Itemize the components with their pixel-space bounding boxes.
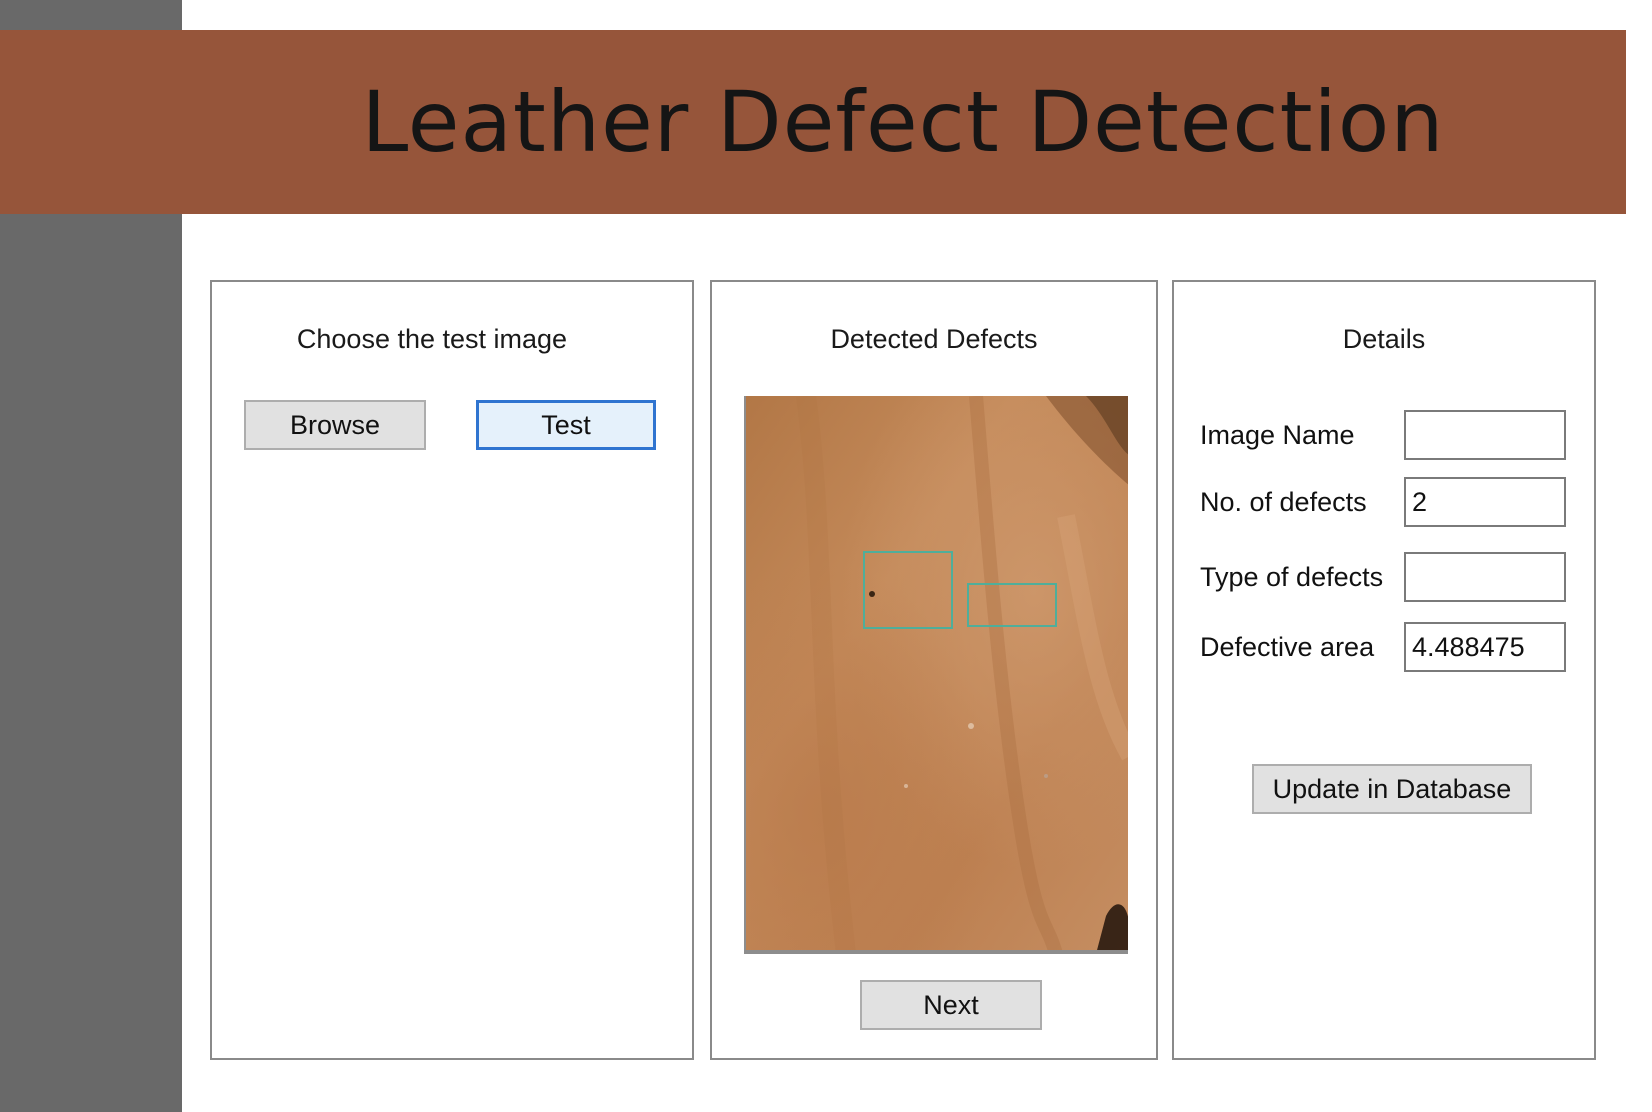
defect-count-label: No. of defects — [1200, 487, 1367, 517]
choose-image-panel: Choose the test image Browse Test — [210, 280, 694, 1060]
image-name-label: Image Name — [1200, 420, 1355, 450]
defective-area-label: Defective area — [1200, 632, 1375, 662]
defect-count-field[interactable] — [1404, 477, 1566, 527]
browse-button[interactable]: Browse — [244, 400, 426, 450]
defective-area-field[interactable] — [1404, 622, 1566, 672]
page-title: Leather Defect Detection — [361, 73, 1445, 171]
image-name-field[interactable] — [1404, 410, 1566, 460]
detected-defects-image — [744, 396, 1128, 954]
header-banner: Leather Defect Detection — [0, 30, 1626, 214]
details-panel: Details Image Name No. of defects Type o… — [1172, 280, 1596, 1060]
detected-defects-panel: Detected Defects Next — [710, 280, 1158, 1060]
test-button[interactable]: Test — [476, 400, 656, 450]
detected-defects-title: Detected Defects — [830, 324, 1038, 354]
update-database-button[interactable]: Update in Database — [1252, 764, 1532, 814]
choose-image-title: Choose the test image — [296, 324, 568, 354]
defect-type-field[interactable] — [1404, 552, 1566, 602]
details-title: Details — [1342, 324, 1426, 354]
defect-type-label: Type of defects — [1200, 562, 1384, 592]
next-button[interactable]: Next — [860, 980, 1042, 1030]
